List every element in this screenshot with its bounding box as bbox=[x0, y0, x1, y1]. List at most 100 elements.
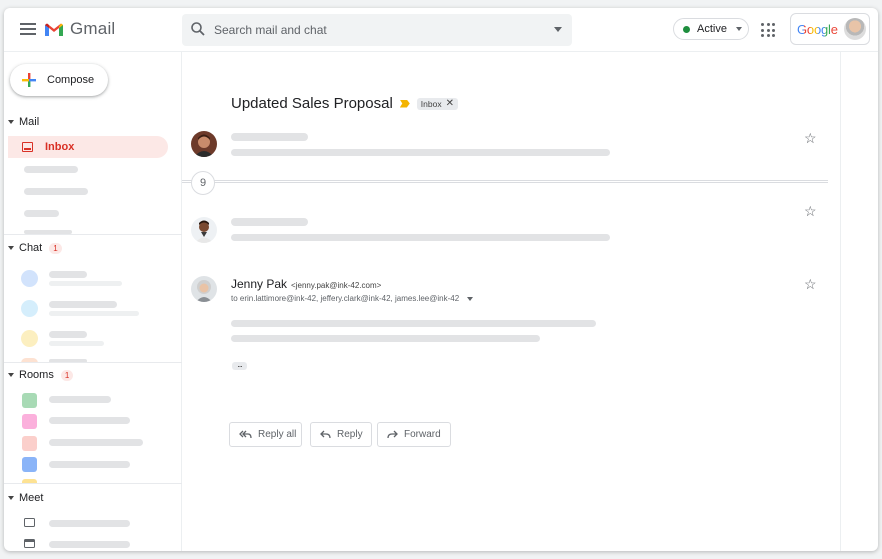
chat-avatar[interactable] bbox=[21, 300, 38, 317]
meet-section-header[interactable]: Meet bbox=[8, 492, 43, 504]
search-options-icon[interactable] bbox=[554, 27, 562, 32]
status-label: Active bbox=[697, 23, 727, 35]
room-name-placeholder bbox=[49, 396, 111, 403]
meet-item-placeholder[interactable] bbox=[49, 520, 130, 527]
meet-section-label: Meet bbox=[19, 492, 44, 504]
star-icon[interactable]: ☆ bbox=[804, 203, 817, 220]
search-input[interactable] bbox=[214, 14, 534, 46]
reply-button[interactable]: Reply bbox=[310, 422, 372, 447]
gmail-m-icon bbox=[45, 23, 63, 36]
sidebar-item-placeholder[interactable] bbox=[24, 188, 88, 195]
sidebar-item-placeholder[interactable] bbox=[24, 166, 78, 173]
room-icon[interactable] bbox=[22, 436, 37, 451]
sender-avatar[interactable] bbox=[191, 276, 217, 302]
status-dot-icon bbox=[683, 25, 690, 33]
apps-grid-icon[interactable] bbox=[761, 23, 775, 37]
mail-section-label: Mail bbox=[19, 116, 40, 128]
reply-all-label: Reply all bbox=[258, 429, 297, 440]
chat-section-header[interactable]: Chat 1 bbox=[8, 242, 62, 254]
chat-preview-placeholder bbox=[49, 281, 122, 286]
room-name-placeholder bbox=[49, 439, 143, 446]
status-selector[interactable]: Active bbox=[673, 18, 749, 40]
account-switcher[interactable]: Google bbox=[790, 13, 870, 45]
star-icon[interactable]: ☆ bbox=[804, 130, 817, 147]
recipients-text: to erin.lattimore@ink-42, jeffery.clark@… bbox=[231, 294, 460, 303]
body-line-placeholder bbox=[231, 335, 540, 342]
chevron-down-icon bbox=[735, 27, 742, 31]
reply-label: Reply bbox=[337, 429, 363, 440]
chat-preview-placeholder bbox=[49, 311, 139, 316]
recipients-line: to erin.lattimore@ink-42, jeffery.clark@… bbox=[231, 294, 474, 303]
collapse-arrow-icon bbox=[8, 120, 14, 124]
room-name-placeholder bbox=[49, 461, 130, 468]
chat-preview-placeholder bbox=[49, 341, 104, 346]
forward-button[interactable]: Forward bbox=[377, 422, 451, 447]
collapsed-messages-count[interactable]: 9 bbox=[191, 171, 215, 195]
remove-label-icon[interactable]: ✕ bbox=[446, 98, 454, 109]
sender-avatar[interactable] bbox=[191, 217, 217, 243]
sender-avatar[interactable] bbox=[191, 131, 217, 157]
star-icon[interactable]: ☆ bbox=[804, 276, 817, 293]
chat-avatar[interactable] bbox=[21, 330, 38, 347]
chat-section-label: Chat bbox=[19, 242, 43, 254]
forward-icon bbox=[387, 430, 398, 438]
main-menu-icon[interactable] bbox=[18, 20, 38, 38]
person-avatar-icon bbox=[191, 276, 217, 302]
sidebar-item-inbox[interactable]: Inbox bbox=[8, 136, 168, 158]
room-icon[interactable] bbox=[22, 393, 37, 408]
show-details-icon[interactable] bbox=[467, 296, 474, 301]
new-meeting-icon[interactable] bbox=[24, 518, 35, 527]
section-divider bbox=[4, 483, 182, 484]
reply-all-icon bbox=[239, 430, 252, 438]
gmail-window: Gmail Active Google bbox=[4, 8, 878, 551]
account-avatar[interactable] bbox=[843, 18, 866, 40]
calendar-icon[interactable] bbox=[24, 539, 35, 548]
chat-unread-badge: 1 bbox=[49, 242, 62, 254]
inbox-label: Inbox bbox=[45, 141, 75, 153]
rooms-unread-badge: 1 bbox=[60, 369, 74, 381]
show-trimmed-content-icon[interactable]: ... bbox=[232, 360, 247, 370]
gmail-logo[interactable]: Gmail bbox=[44, 19, 115, 39]
sidebar: Compose Mail Inbox Chat 1 Rooms 1 Meet bbox=[4, 52, 182, 551]
sender-line: Jenny Pak <jenny.pak@ink-42.com> bbox=[231, 277, 381, 291]
rooms-section-label: Rooms bbox=[19, 369, 54, 381]
section-divider bbox=[4, 234, 182, 235]
person-avatar-icon bbox=[191, 217, 217, 243]
room-name-placeholder bbox=[49, 417, 130, 424]
sender-name: Jenny Pak bbox=[231, 277, 288, 291]
search-bar[interactable] bbox=[182, 14, 572, 46]
section-divider bbox=[4, 362, 182, 363]
chat-name-placeholder bbox=[49, 331, 87, 338]
mail-section-header[interactable]: Mail bbox=[8, 116, 39, 128]
room-icon[interactable] bbox=[22, 457, 37, 472]
room-icon[interactable] bbox=[22, 414, 37, 429]
chat-name-placeholder bbox=[49, 301, 117, 308]
label-chip-text: Inbox bbox=[420, 98, 442, 109]
snippet-placeholder bbox=[231, 149, 610, 156]
sender-placeholder bbox=[231, 133, 308, 141]
body-line-placeholder bbox=[231, 320, 596, 327]
app-name: Gmail bbox=[70, 19, 116, 38]
collapsed-messages-divider[interactable] bbox=[182, 180, 828, 183]
reply-all-button[interactable]: Reply all bbox=[229, 422, 302, 447]
plus-icon bbox=[22, 73, 36, 87]
reply-icon bbox=[320, 430, 331, 438]
person-avatar-icon bbox=[191, 131, 217, 157]
google-brand: Google bbox=[797, 21, 838, 37]
search-icon[interactable] bbox=[190, 21, 206, 37]
rooms-section-header[interactable]: Rooms 1 bbox=[8, 369, 74, 381]
sidebar-item-placeholder[interactable] bbox=[24, 210, 59, 217]
thread-subject: Updated Sales Proposal bbox=[231, 95, 393, 112]
chat-name-placeholder bbox=[49, 271, 87, 278]
collapse-arrow-icon bbox=[8, 246, 14, 250]
inbox-icon bbox=[22, 142, 33, 152]
sender-email: <jenny.pak@ink-42.com> bbox=[291, 281, 382, 290]
thread-header: Updated Sales Proposal Inbox ✕ bbox=[231, 95, 458, 112]
compose-label: Compose bbox=[47, 74, 95, 86]
top-bar: Gmail Active Google bbox=[4, 8, 878, 52]
chat-avatar[interactable] bbox=[21, 270, 38, 287]
forward-label: Forward bbox=[404, 429, 441, 440]
meet-item-placeholder[interactable] bbox=[49, 541, 130, 548]
importance-marker-icon[interactable] bbox=[399, 99, 410, 108]
compose-button[interactable]: Compose bbox=[10, 64, 108, 96]
